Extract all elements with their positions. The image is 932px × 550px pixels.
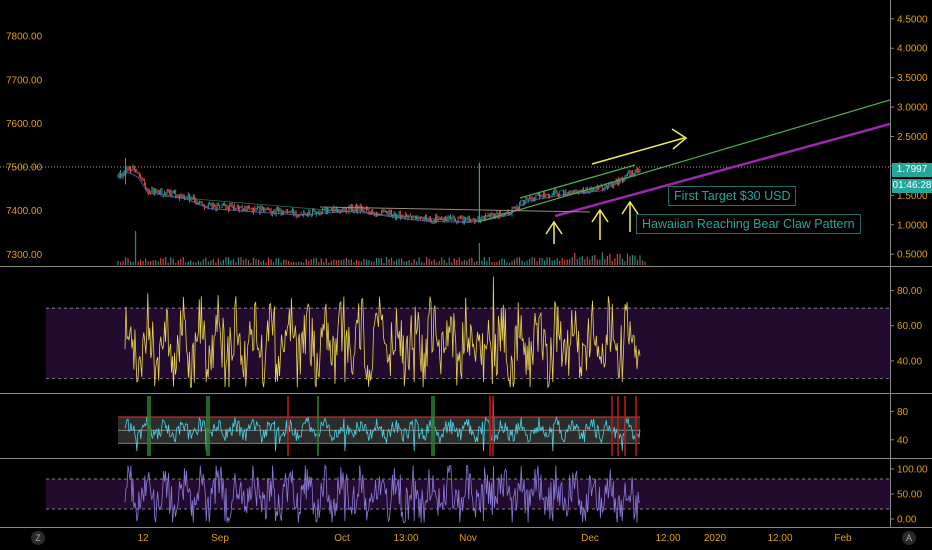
- osc-tick-label: 40.00: [897, 356, 922, 367]
- countdown-badge: 01:46:28: [892, 179, 932, 193]
- osc-tick-label: 40: [897, 435, 909, 446]
- osc-tick-label: 100.00: [897, 465, 928, 476]
- osc-tick-label: 50.00: [897, 490, 922, 501]
- left-price-tick: 7600.00: [6, 119, 43, 130]
- x-tick-label: 12:00: [767, 533, 792, 544]
- tradingview-chart[interactable]: 12 Sep Oct 13:00 Nov Dec 12:00 2020 12:00 Feb 7300…: [0, 0, 932, 550]
- last-value-badge: 1.7997: [892, 163, 932, 177]
- left-price-tick: 7800.00: [6, 32, 43, 43]
- auto-scale-button[interactable]: A: [902, 531, 916, 545]
- x-tick-label: 2020: [704, 533, 727, 544]
- x-tick-label: Sep: [211, 533, 229, 544]
- left-price-tick: 7700.00: [6, 75, 43, 86]
- zoom-toggle-button[interactable]: Z: [31, 531, 45, 545]
- pattern-annotation[interactable]: Hawaiian Reaching Bear Claw Pattern: [636, 214, 861, 234]
- right-scale-tick: 2.5000: [897, 132, 928, 143]
- osc-tick-label: 80: [897, 407, 909, 418]
- left-price-tick: 7300.00: [6, 250, 43, 261]
- x-tick-label: 12: [137, 533, 149, 544]
- right-scale-tick: 0.5000: [897, 250, 928, 261]
- right-scale-tick: 4.0000: [897, 44, 928, 55]
- x-tick-label: Oct: [334, 533, 350, 544]
- right-scale-tick: 1.0000: [897, 220, 928, 231]
- right-scale-tick: 4.5000: [897, 14, 928, 25]
- left-price-tick: 7400.00: [6, 206, 43, 217]
- right-scale-tick: 3.0000: [897, 103, 928, 114]
- right-scale-tick: 3.5000: [897, 73, 928, 84]
- x-tick-label: 12:00: [655, 533, 680, 544]
- yellow-projection-arrow: [591, 137, 685, 165]
- osc-tick-label: 60.00: [897, 321, 922, 332]
- x-tick-label: Feb: [834, 533, 852, 544]
- x-tick-label: Nov: [459, 533, 477, 544]
- first-target-annotation[interactable]: First Target $30 USD: [668, 186, 797, 206]
- osc-tick-label: 80.00: [897, 286, 922, 297]
- x-tick-label: 13:00: [393, 533, 418, 544]
- x-tick-label: Dec: [581, 533, 599, 544]
- osc-tick-label: 0.00: [897, 515, 917, 526]
- left-price-tick: 7500.00: [6, 163, 43, 174]
